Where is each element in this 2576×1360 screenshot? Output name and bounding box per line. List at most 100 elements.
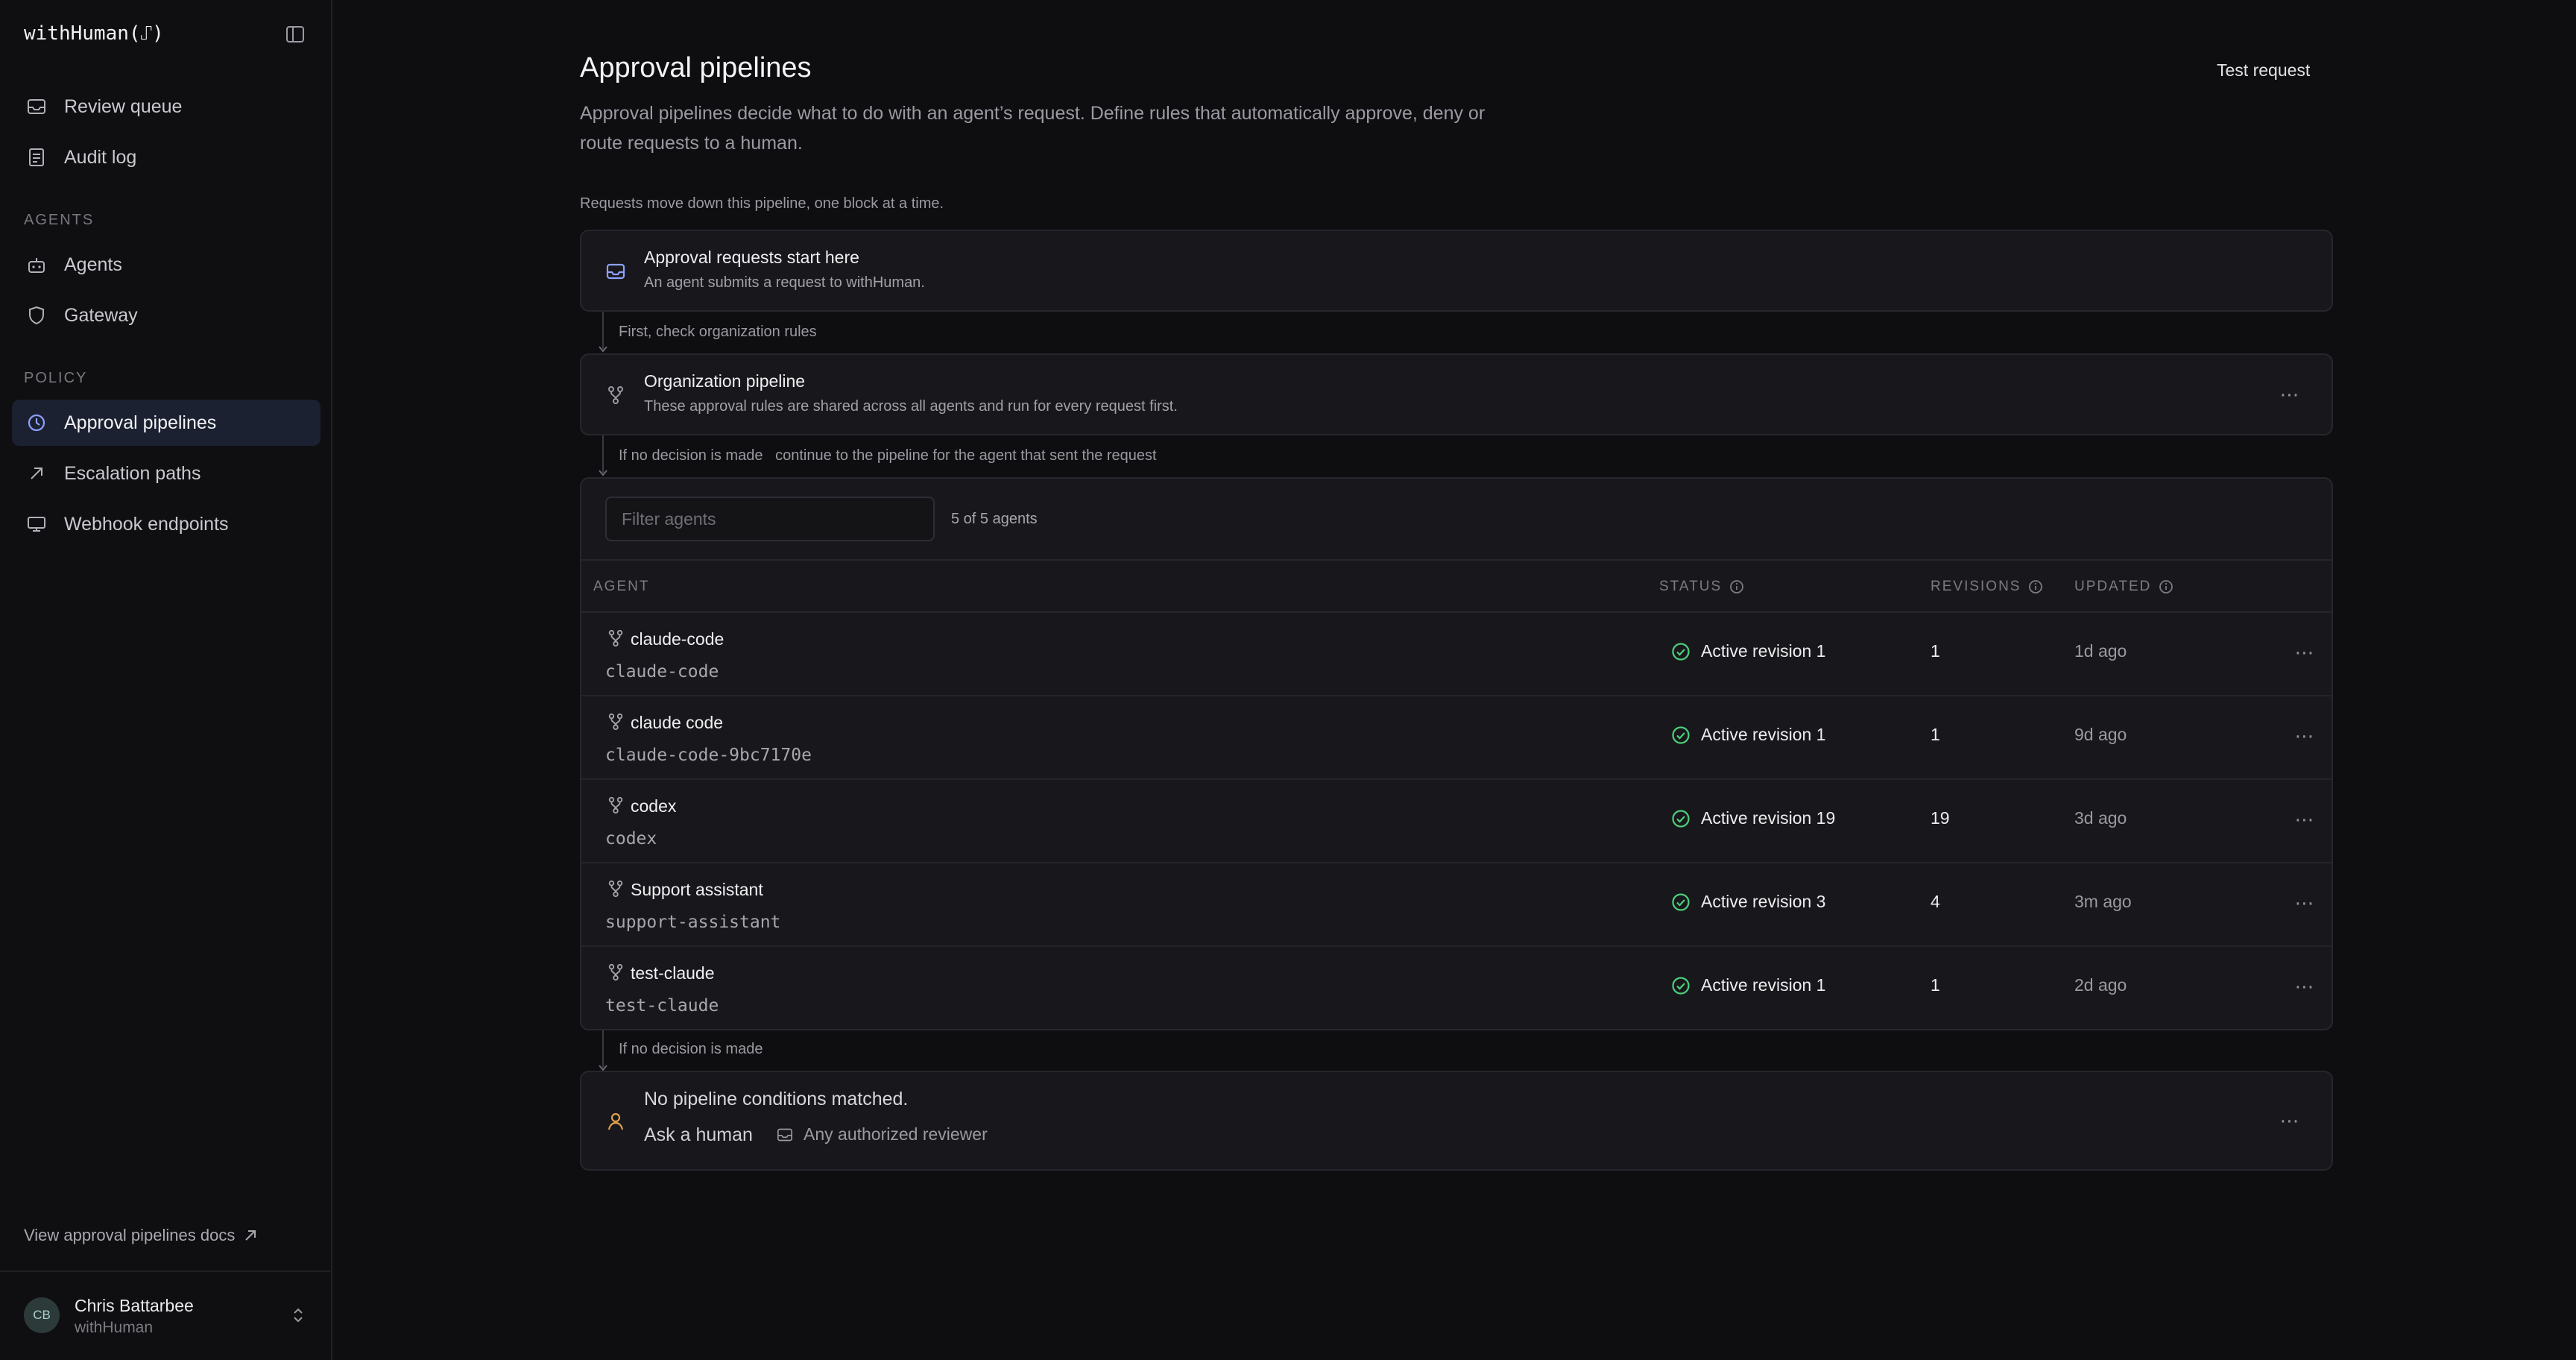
agent-slug: claude-code — [605, 662, 719, 681]
agent-count: 5 of 5 agents — [951, 511, 1038, 527]
branch-icon — [605, 385, 626, 406]
brand-logo[interactable]: withHuman(⑀) — [24, 22, 164, 45]
table-row[interactable]: claude-code claude-code Active revision … — [581, 613, 2332, 696]
robot-icon — [25, 254, 48, 276]
sidebar: withHuman(⑀) Review queue Audit log AGEN… — [0, 0, 332, 1360]
sidebar-item-audit-log[interactable]: Audit log — [12, 134, 321, 180]
branch-icon — [608, 796, 623, 814]
flow-note: Requests move down this pipeline, one bl… — [580, 195, 944, 212]
filter-agents-input[interactable] — [605, 497, 935, 541]
fallback-card[interactable]: No pipeline conditions matched. Ask a hu… — [580, 1071, 2333, 1171]
more-options-button[interactable]: ⋯ — [2290, 975, 2320, 998]
inbox-icon — [605, 261, 626, 282]
sidebar-item-gateway[interactable]: Gateway — [12, 292, 321, 339]
docs-link[interactable]: View approval pipelines docs — [24, 1226, 257, 1245]
section-heading-agents: AGENTS — [24, 212, 95, 228]
external-link-icon — [245, 1230, 256, 1241]
table-header: AGENT STATUS REVISIONS UPDATED — [581, 559, 2332, 613]
more-options-button[interactable]: ⋯ — [2275, 383, 2305, 406]
agent-slug: codex — [605, 829, 657, 849]
branch-icon — [608, 713, 623, 731]
agent-name: codex — [631, 796, 677, 816]
more-options-button[interactable]: ⋯ — [2290, 725, 2320, 747]
sidebar-item-review-queue[interactable]: Review queue — [12, 84, 321, 130]
more-options-button[interactable]: ⋯ — [2275, 1109, 2305, 1132]
column-header-status[interactable]: STATUS — [1659, 579, 1744, 595]
table-row[interactable]: codex codex Active revision 19 19 3d ago… — [581, 780, 2332, 863]
fallback-title: No pipeline conditions matched. — [644, 1089, 909, 1109]
arrow-down-icon — [599, 346, 607, 353]
sidebar-item-label: Approval pipelines — [64, 412, 217, 433]
chevron-up-down-icon[interactable] — [288, 1305, 309, 1326]
status-badge: Active revision 3 — [1671, 892, 1825, 912]
agent-name: claude-code — [631, 629, 724, 649]
arrow-down-icon — [599, 470, 607, 476]
org-pipeline-subtitle: These approval rules are shared across a… — [644, 398, 1178, 415]
sidebar-item-label: Escalation paths — [64, 462, 201, 484]
sidebar-item-approval-pipelines[interactable]: Approval pipelines — [12, 400, 321, 446]
pipeline-icon — [25, 412, 48, 434]
revision-count: 4 — [1931, 892, 1940, 911]
sidebar-item-label: Review queue — [64, 95, 183, 117]
docs-link-label: View approval pipelines docs — [24, 1226, 236, 1244]
info-icon[interactable] — [2159, 579, 2174, 594]
connector-label: If no decision is made — [619, 1041, 763, 1057]
sidebar-item-label: Gateway — [64, 304, 138, 326]
check-circle-icon — [1672, 725, 1690, 744]
user-icon — [605, 1111, 626, 1132]
arrow-up-right-icon — [25, 462, 48, 485]
user-name: Chris Battarbee — [75, 1296, 194, 1315]
sidebar-item-agents[interactable]: Agents — [12, 242, 321, 288]
status-badge: Active revision 1 — [1671, 641, 1825, 661]
org-pipeline-card[interactable]: Organization pipeline These approval rul… — [580, 353, 2333, 435]
reviewer-selector[interactable]: Any authorized reviewer — [777, 1124, 988, 1145]
flow-connector — [602, 435, 604, 473]
more-options-button[interactable]: ⋯ — [2290, 892, 2320, 914]
status-badge: Active revision 19 — [1671, 808, 1835, 828]
sidebar-item-label: Webhook endpoints — [64, 513, 229, 535]
updated-time: 9d ago — [2074, 725, 2127, 744]
revision-count: 1 — [1931, 725, 1940, 744]
info-icon[interactable] — [1729, 579, 1744, 594]
ellipsis-icon: ⋯ — [2294, 975, 2315, 998]
updated-time: 2d ago — [2074, 975, 2127, 995]
start-card-subtitle: An agent submits a request to withHuman. — [644, 274, 925, 291]
info-icon[interactable] — [2028, 579, 2043, 594]
check-circle-icon — [1672, 809, 1690, 828]
check-circle-icon — [1672, 642, 1690, 661]
revision-count: 1 — [1931, 641, 1940, 661]
branch-icon — [608, 880, 623, 898]
table-row[interactable]: claude code claude-code-9bc7170e Active … — [581, 696, 2332, 780]
sidebar-item-label: Audit log — [64, 146, 137, 168]
sidebar-item-label: Agents — [64, 254, 122, 275]
updated-time: 1d ago — [2074, 641, 2127, 661]
page-title: Approval pipelines — [580, 52, 812, 84]
agent-slug: test-claude — [605, 996, 719, 1016]
table-row[interactable]: Support assistant support-assistant Acti… — [581, 863, 2332, 947]
sidebar-item-escalation-paths[interactable]: Escalation paths — [12, 450, 321, 497]
section-heading-policy: POLICY — [24, 370, 88, 386]
ellipsis-icon: ⋯ — [2294, 641, 2315, 664]
avatar: CB — [24, 1297, 60, 1333]
flow-connector — [602, 1030, 604, 1068]
column-header-updated[interactable]: UPDATED — [2074, 579, 2174, 595]
user-menu[interactable]: CB Chris Battarbee withHuman — [0, 1271, 332, 1360]
monitor-icon — [25, 513, 48, 535]
updated-time: 3d ago — [2074, 808, 2127, 828]
sidebar-toggle-button[interactable] — [283, 22, 307, 46]
sidebar-item-webhook-endpoints[interactable]: Webhook endpoints — [12, 501, 321, 547]
status-badge: Active revision 1 — [1671, 975, 1825, 995]
more-options-button[interactable]: ⋯ — [2290, 641, 2320, 664]
table-row[interactable]: test-claude test-claude Active revision … — [581, 947, 2332, 1030]
page-description: Approval pipelines decide what to do wit… — [580, 103, 1486, 154]
column-header-agent[interactable]: AGENT — [593, 579, 649, 595]
test-request-button[interactable]: Test request — [2199, 54, 2328, 86]
ellipsis-icon: ⋯ — [2279, 1109, 2300, 1132]
agent-slug: support-assistant — [605, 913, 781, 932]
document-icon — [25, 146, 48, 169]
check-circle-icon — [1672, 976, 1690, 995]
column-header-revisions[interactable]: REVISIONS — [1931, 579, 2043, 595]
agent-name: test-claude — [631, 963, 715, 983]
connector-label: If no decision is made continue to the p… — [619, 447, 1157, 464]
more-options-button[interactable]: ⋯ — [2290, 808, 2320, 831]
